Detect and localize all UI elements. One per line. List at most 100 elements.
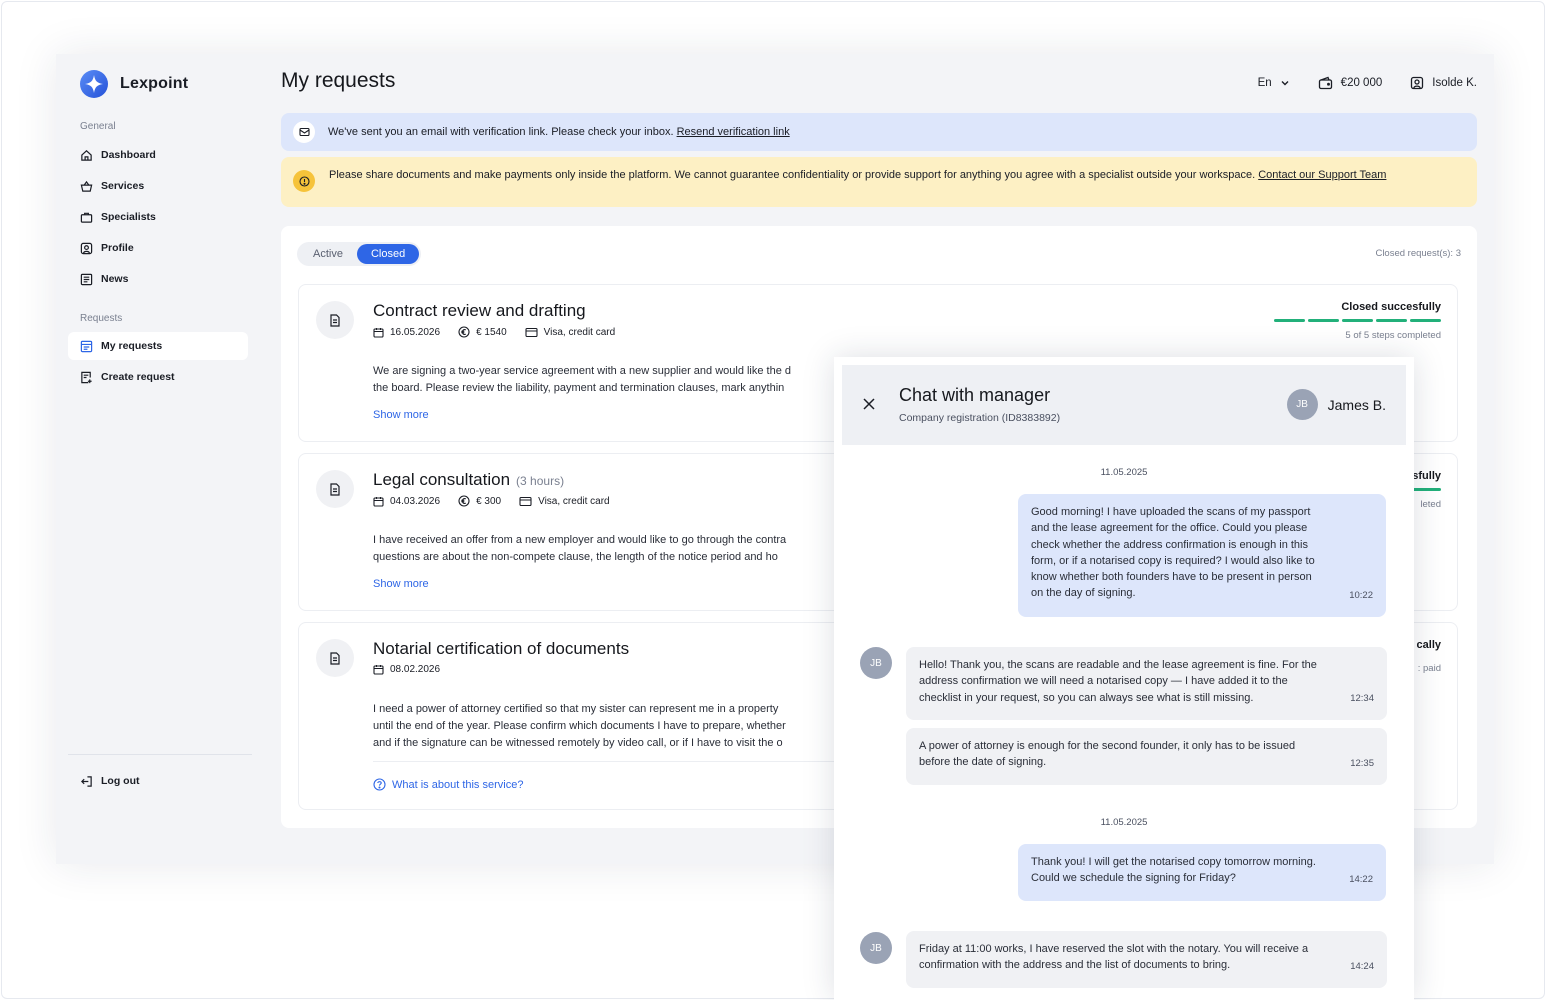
chat-message-incoming: Friday at 11:00 works, I have reserved t… [906, 931, 1387, 988]
request-description: I need a power of attorney certified so … [373, 703, 786, 749]
mail-icon [293, 121, 315, 143]
tab-active[interactable]: Active [299, 244, 357, 264]
topbar: En €20 000 Isolde K. [1258, 76, 1477, 90]
page-title: My requests [281, 69, 396, 92]
sidebar-item-label: Dashboard [101, 149, 156, 161]
calendar-icon [373, 665, 384, 675]
request-meta: 16.05.2026 € 1540 Visa, credit card [373, 326, 615, 338]
closed-requests-count: Closed request(s): 3 [1375, 248, 1461, 259]
sidebar-item-profile[interactable]: Profile [68, 234, 248, 262]
contact-support-link[interactable]: Contact our Support Team [1258, 169, 1386, 181]
sidebar-item-news[interactable]: News [68, 265, 248, 293]
language-value: En [1257, 77, 1272, 89]
credit-card-icon [519, 496, 532, 506]
status-tabs: Active Closed [297, 242, 422, 266]
sidebar-item-label: Services [101, 180, 145, 192]
sidebar-item-label: My requests [101, 340, 163, 352]
request-description: We are signing a two-year service agreem… [373, 365, 792, 394]
date-separator: 11.05.2025 [1100, 467, 1148, 478]
wallet-balance[interactable]: €20 000 [1318, 76, 1383, 90]
close-chat-button[interactable] [862, 397, 876, 416]
request-price: € 1540 [458, 326, 507, 338]
card-divider [373, 761, 843, 762]
calendar-icon [373, 327, 384, 338]
request-date: 08.02.2026 [373, 664, 440, 675]
status-label: Closed succesfully [1341, 301, 1441, 313]
info-icon [293, 170, 315, 192]
user-name: Isolde K. [1432, 77, 1477, 89]
basket-icon [80, 180, 93, 192]
date-separator: 11.05.2025 [1100, 817, 1148, 828]
briefcase-icon [80, 212, 93, 223]
request-description: I have received an offer from a new empl… [373, 534, 787, 563]
verification-alert: We've sent you an email with verificatio… [281, 113, 1477, 151]
user-square-icon [80, 242, 93, 254]
wallet-icon [1318, 76, 1332, 90]
request-title: Contract review and drafting [373, 301, 586, 320]
chat-header: Chat with manager Company registration (… [842, 365, 1406, 445]
avatar: JB [860, 647, 892, 679]
euro-icon [458, 495, 470, 507]
balance-value: €20 000 [1340, 77, 1383, 89]
sidebar-item-label: Create request [101, 371, 175, 383]
service-info-link[interactable]: What is about this service? [373, 778, 523, 791]
logout-label: Log out [101, 775, 140, 787]
sidebar-item-services[interactable]: Services [68, 172, 248, 200]
manager-name: James B. [1327, 396, 1386, 413]
sidebar-item-create-request[interactable]: Create request [68, 363, 248, 391]
chat-message-incoming: Hello! Thank you, the scans are readable… [906, 647, 1387, 720]
section-label-general: General [80, 121, 116, 132]
avatar: JB [860, 932, 892, 964]
steps-label: : paid [1417, 663, 1441, 674]
chat-message-incoming: A power of attorney is enough for the se… [906, 728, 1387, 785]
logout-button[interactable]: Log out [68, 767, 248, 795]
warning-text: Please share documents and make payments… [329, 169, 1256, 181]
tab-closed[interactable]: Closed [356, 244, 420, 264]
chat-message-outgoing: Good morning! I have uploaded the scans … [1018, 494, 1386, 617]
message-time: 12:34 [1350, 692, 1374, 704]
request-payment: Visa, credit card [519, 496, 610, 507]
document-icon [316, 470, 354, 508]
request-title: Legal consultation (3 hours) [373, 470, 565, 489]
logo-icon [80, 70, 108, 98]
news-icon [80, 273, 93, 285]
language-selector[interactable]: En [1258, 77, 1290, 89]
message-time: 12:35 [1350, 757, 1374, 769]
chat-message-outgoing: Thank you! I will get the notarised copy… [1018, 844, 1386, 901]
show-more-link[interactable]: Show more [373, 578, 429, 590]
request-title: Notarial certification of documents [373, 639, 630, 658]
chevron-down-icon [1281, 81, 1289, 86]
close-icon [863, 398, 875, 410]
status-label: cally [1416, 639, 1441, 651]
request-status: Closed succesfully 5 of 5 steps complete… [1274, 301, 1441, 341]
request-payment: Visa, credit card [525, 327, 615, 338]
logout-icon [81, 775, 92, 787]
request-meta: 08.02.2026 [373, 664, 440, 675]
sidebar-item-specialists[interactable]: Specialists [68, 203, 248, 231]
logo[interactable]: Lexpoint [80, 70, 188, 98]
warning-alert: Please share documents and make payments… [281, 157, 1477, 207]
request-meta: 04.03.2026 € 300 Visa, credit card [373, 495, 610, 507]
document-icon [316, 301, 354, 339]
user-menu[interactable]: Isolde K. [1410, 76, 1477, 90]
request-date: 04.03.2026 [373, 496, 440, 507]
request-status: cally : paid [1417, 639, 1441, 674]
chat-title: Chat with manager [899, 385, 1051, 405]
chat-panel: Chat with manager Company registration (… [834, 357, 1414, 1000]
message-time: 14:22 [1349, 873, 1373, 885]
sidebar-item-label: Profile [101, 242, 134, 254]
message-time: 10:22 [1349, 589, 1373, 601]
show-more-link[interactable]: Show more [373, 409, 429, 421]
steps-label: 5 of 5 steps completed [1345, 330, 1441, 341]
resend-verification-link[interactable]: Resend verification link [677, 126, 790, 138]
home-icon [81, 149, 92, 161]
document-add-icon [81, 371, 92, 383]
list-icon [80, 340, 93, 352]
sidebar-item-my-requests[interactable]: My requests [68, 332, 248, 360]
euro-icon [458, 326, 470, 338]
credit-card-icon [525, 327, 538, 337]
app-name: Lexpoint [120, 75, 189, 92]
request-date: 16.05.2026 [373, 327, 440, 338]
sidebar-item-dashboard[interactable]: Dashboard [68, 141, 248, 169]
request-duration: (3 hours) [516, 474, 565, 488]
